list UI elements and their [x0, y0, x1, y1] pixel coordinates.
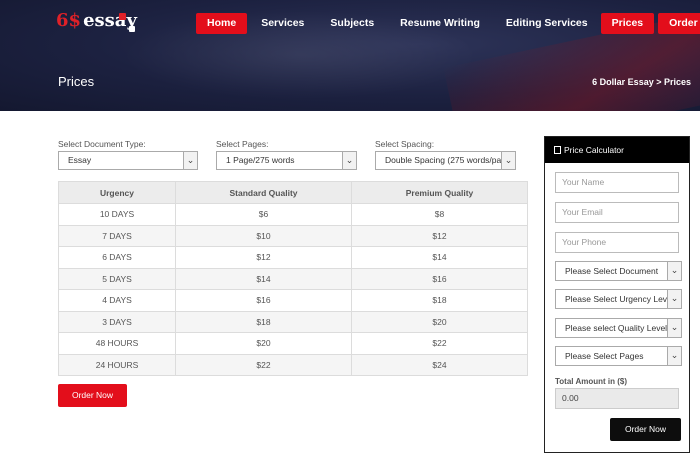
spacing-label: Select Spacing: — [375, 139, 435, 149]
site-logo[interactable]: 6$ essay — [56, 10, 137, 36]
doc-type-select[interactable]: Essay ⌄ — [58, 151, 198, 170]
pages-label: Select Pages: — [216, 139, 269, 149]
nav-services[interactable]: Services — [250, 13, 315, 34]
nav-order-now[interactable]: Order Now — [658, 13, 700, 34]
logo-mark: 6$ — [56, 10, 82, 31]
calculator-order-button[interactable]: Order Now — [610, 418, 681, 441]
total-amount-label: Total Amount in ($) — [555, 377, 627, 386]
table-row: 7 DAYS $10 $12 — [58, 224, 528, 247]
order-now-button[interactable]: Order Now — [58, 384, 127, 407]
standard-price-cell: $20 — [175, 332, 352, 355]
chevron-down-icon: ⌄ — [667, 290, 681, 308]
premium-price-cell: $16 — [351, 267, 528, 290]
chevron-down-icon: ⌄ — [667, 319, 681, 337]
urgency-cell: 4 DAYS — [58, 289, 176, 312]
calculator-icon — [554, 146, 561, 154]
calculator-title: Price Calculator — [564, 145, 624, 155]
standard-price-cell: $6 — [175, 203, 352, 226]
nav-home[interactable]: Home — [196, 13, 248, 34]
column-header-premium: Premium Quality — [351, 181, 528, 204]
pages-select[interactable]: 1 Page/275 words ⌄ — [216, 151, 357, 170]
premium-price-cell: $24 — [351, 353, 528, 376]
phone-input[interactable]: Your Phone — [555, 232, 679, 253]
logo-white-square — [129, 26, 135, 32]
premium-price-cell: $20 — [351, 310, 528, 333]
table-header-row: Urgency Standard Quality Premium Quality — [58, 181, 528, 204]
standard-price-cell: $18 — [175, 310, 352, 333]
column-header-urgency: Urgency — [58, 181, 176, 204]
quality-select-value: Please select Quality Level — [565, 323, 668, 333]
chevron-down-icon: ⌄ — [667, 262, 681, 280]
document-select[interactable]: Please Select Document ⌄ — [555, 261, 682, 281]
calculator-header: Price Calculator — [545, 137, 689, 163]
doc-type-value: Essay — [68, 155, 92, 165]
spacing-value: Double Spacing (275 words/page) — [385, 155, 514, 165]
nav-prices[interactable]: Prices — [600, 13, 655, 34]
urgency-cell: 5 DAYS — [58, 267, 176, 290]
chevron-down-icon: ⌄ — [667, 347, 681, 365]
premium-price-cell: $14 — [351, 246, 528, 269]
standard-price-cell: $14 — [175, 267, 352, 290]
price-calculator-panel: Price Calculator Your Name Your Email Yo… — [544, 136, 690, 453]
urgency-select-value: Please Select Urgency Level — [565, 294, 674, 304]
nav-subjects[interactable]: Subjects — [319, 13, 385, 34]
urgency-cell: 48 HOURS — [58, 332, 176, 355]
nav-editing-services[interactable]: Editing Services — [495, 13, 599, 34]
column-header-standard: Standard Quality — [175, 181, 352, 204]
chevron-down-icon: ⌄ — [342, 152, 356, 169]
urgency-cell: 6 DAYS — [58, 246, 176, 269]
name-input[interactable]: Your Name — [555, 172, 679, 193]
urgency-cell: 24 HOURS — [58, 353, 176, 376]
table-row: 24 HOURS $22 $24 — [58, 353, 528, 376]
premium-price-cell: $18 — [351, 289, 528, 312]
spacing-select[interactable]: Double Spacing (275 words/page) ⌄ — [375, 151, 516, 170]
standard-price-cell: $12 — [175, 246, 352, 269]
page-header-banner: 6$ essay Home Services Subjects Resume W… — [0, 0, 700, 111]
pages-calc-select[interactable]: Please Select Pages ⌄ — [555, 346, 682, 366]
main-nav: Home Services Subjects Resume Writing Ed… — [196, 13, 700, 34]
urgency-cell: 7 DAYS — [58, 224, 176, 247]
table-row: 5 DAYS $14 $16 — [58, 267, 528, 290]
breadcrumb[interactable]: 6 Dollar Essay > Prices — [592, 77, 691, 87]
table-row: 48 HOURS $20 $22 — [58, 332, 528, 355]
chevron-down-icon: ⌄ — [501, 152, 515, 169]
premium-price-cell: $8 — [351, 203, 528, 226]
nav-resume-writing[interactable]: Resume Writing — [389, 13, 491, 34]
standard-price-cell: $10 — [175, 224, 352, 247]
premium-price-cell: $12 — [351, 224, 528, 247]
page-title: Prices — [58, 74, 95, 89]
table-row: 4 DAYS $16 $18 — [58, 289, 528, 312]
pages-value: 1 Page/275 words — [226, 155, 295, 165]
pages-calc-select-value: Please Select Pages — [565, 351, 644, 361]
standard-price-cell: $22 — [175, 353, 352, 376]
standard-price-cell: $16 — [175, 289, 352, 312]
table-row: 3 DAYS $18 $20 — [58, 310, 528, 333]
urgency-select[interactable]: Please Select Urgency Level ⌄ — [555, 289, 682, 309]
chevron-down-icon: ⌄ — [183, 152, 197, 169]
doc-type-label: Select Document Type: — [58, 139, 146, 149]
document-select-value: Please Select Document — [565, 266, 659, 276]
total-amount-field: 0.00 — [555, 388, 679, 409]
table-row: 10 DAYS $6 $8 — [58, 203, 528, 226]
quality-select[interactable]: Please select Quality Level ⌄ — [555, 318, 682, 338]
urgency-cell: 3 DAYS — [58, 310, 176, 333]
premium-price-cell: $22 — [351, 332, 528, 355]
price-table: Urgency Standard Quality Premium Quality… — [58, 181, 528, 376]
email-input[interactable]: Your Email — [555, 202, 679, 223]
urgency-cell: 10 DAYS — [58, 203, 176, 226]
logo-red-square — [119, 13, 126, 20]
table-row: 6 DAYS $12 $14 — [58, 246, 528, 269]
